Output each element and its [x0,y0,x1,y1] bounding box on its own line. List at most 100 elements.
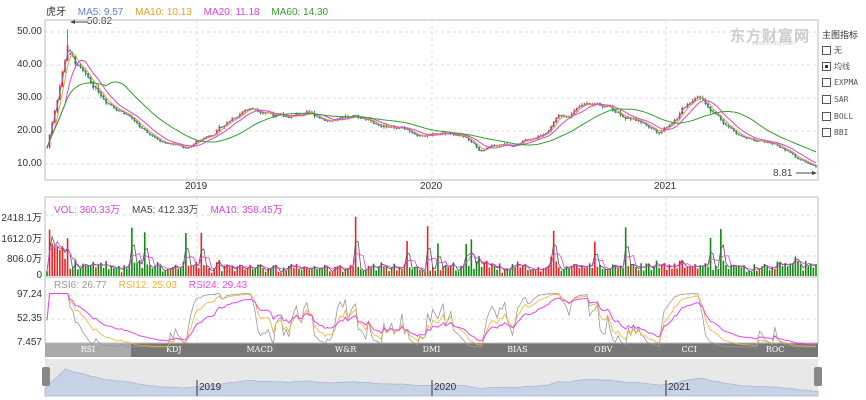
volume-bar [136,263,138,276]
volume-bar [776,261,779,276]
volume-bar [627,266,630,276]
volume-bar [496,269,498,276]
volume-bar [676,268,678,276]
volume-bar [642,270,645,276]
volume-bar [802,270,804,276]
navigator-left-handle[interactable] [42,367,50,386]
volume-bar [336,266,339,276]
volume-bar [514,267,516,276]
volume-bar [691,266,694,276]
volume-bar [367,265,370,276]
volume-bar [727,268,730,276]
volume-bar [159,265,161,276]
volume-bar [738,266,740,276]
volume-bar [141,268,143,276]
volume-bar [501,272,504,276]
stock-chart [44,19,819,397]
volume-bar [480,266,483,276]
volume-bar [246,268,249,276]
volume-bar [53,245,56,276]
volume-bar [516,261,519,276]
volume-bar [493,266,496,276]
volume-bar [123,265,125,276]
volume-bar [774,269,776,276]
volume-bar [59,249,61,276]
volume-bar [449,265,452,276]
volume-bar [583,267,586,276]
volume-bar [316,269,318,276]
volume-bar [789,263,792,276]
volume-bar [792,263,794,276]
volume-bar [712,270,714,276]
volume-bar [125,268,128,276]
volume-bar [439,270,442,276]
volume-bar [69,268,71,276]
volume-bar [74,259,77,276]
volume-bar [766,266,768,276]
volume-bar [241,266,244,276]
volume-bar [185,233,187,276]
volume-bar [617,267,619,276]
volume-bar [326,266,329,276]
volume-bar [527,270,529,276]
volume-bar [277,271,280,276]
volume-bar [532,269,534,276]
volume-bar [725,265,727,276]
volume-bar [192,266,195,276]
volume-bar [702,266,704,276]
volume-bar [756,270,758,276]
volume-bar [401,268,403,276]
volume-bar [71,269,74,276]
volume-bar [177,268,179,276]
volume-bar [79,268,82,276]
volume-bar [408,267,411,276]
volume-bar [208,268,210,276]
volume-bar [673,263,676,276]
volume-bar [447,266,450,276]
volume-bar [473,269,475,276]
volume-bar [619,266,622,276]
volume-bar [671,268,673,276]
volume-bar [87,265,89,276]
volume-bar [696,268,699,276]
volume-bar [555,261,558,276]
volume-bar [596,266,599,276]
volume-bar [485,260,488,276]
volume-bar [61,246,64,276]
volume-bar [591,267,594,276]
volume-bar [341,271,344,276]
volume-bar [804,260,807,276]
volume-bar [56,246,59,276]
volume-bar [534,270,537,276]
volume-bar [293,268,295,276]
volume-bar [365,270,367,276]
volume-bar [455,270,457,276]
volume-bar [357,266,360,276]
volume-bar [105,261,107,276]
volume-bar [784,263,786,276]
volume-bar [470,239,473,276]
volume-bar [421,270,424,276]
volume-bar [689,266,691,276]
volume-bar [681,259,684,276]
volume-bar [362,270,365,276]
volume-bar [745,271,748,276]
volume-bar [133,262,136,276]
volume-bar [781,266,784,276]
volume-bar [161,271,164,276]
volume-bar [383,266,385,276]
volume-bar [221,271,223,276]
volume-bar [203,265,205,276]
volume-bar [264,271,267,276]
volume-bar [640,263,642,276]
volume-bar [529,269,532,276]
volume-bar [707,266,709,276]
volume-bar [321,268,323,276]
navigator-xtick: 2019 [199,382,222,393]
volume-bar [684,267,686,276]
volume-bar [190,265,192,276]
navigator-right-handle[interactable] [814,367,822,386]
volume-bar [797,261,799,276]
volume-bar [753,264,756,276]
volume-bar [655,260,658,276]
